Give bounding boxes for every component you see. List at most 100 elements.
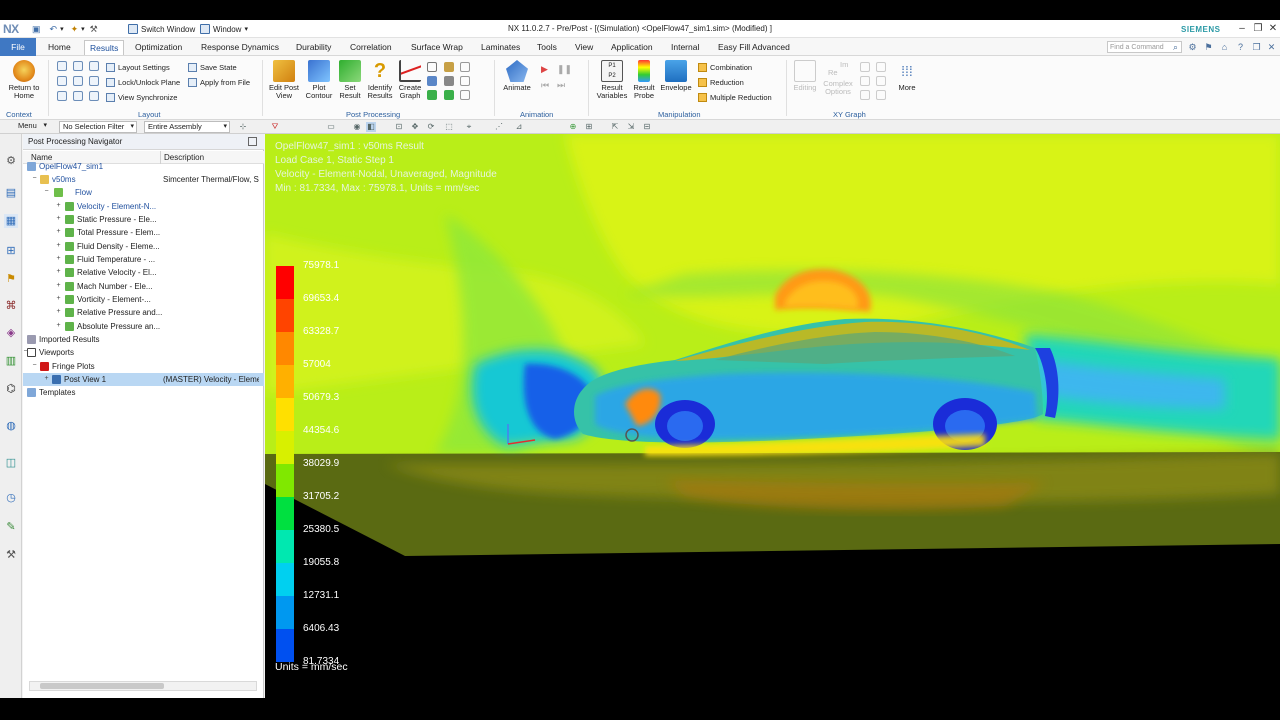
expand-icon[interactable]: + [43, 375, 50, 383]
tab-file[interactable]: File [0, 38, 36, 56]
tab-tools[interactable]: Tools [537, 40, 557, 55]
layout-six-icon[interactable] [73, 91, 83, 101]
home-icon[interactable]: ⌂ [1219, 42, 1230, 53]
clock-icon[interactable]: ◷ [4, 491, 18, 505]
rotate-icon[interactable]: ⟳ [426, 122, 436, 132]
undo-icon[interactable]: ↶ [50, 24, 58, 35]
snap-icon[interactable]: ⌖ [464, 122, 474, 132]
tab-surface-wrap[interactable]: Surface Wrap [411, 40, 463, 55]
dropdown-icon[interactable]: ▾ [81, 25, 85, 33]
search-icon[interactable]: ⌕ [1170, 42, 1181, 53]
simulation-navigator-icon[interactable]: ⊞ [4, 244, 18, 258]
combination-button[interactable]: Combination [698, 61, 752, 73]
collapse-icon[interactable]: − [31, 362, 38, 370]
graph-option-icon[interactable] [860, 76, 870, 86]
identify-results-button[interactable]: ? Identify Results [364, 60, 396, 100]
scrollbar-thumb[interactable] [40, 683, 164, 689]
fit-icon[interactable]: ◉ [352, 122, 362, 132]
annotation-icon[interactable] [427, 62, 437, 72]
edit-post-view-button[interactable]: Edit Post View [266, 60, 302, 100]
expand-icon[interactable]: + [55, 282, 62, 290]
tree-item-mach-number[interactable]: + Mach Number - Ele... [23, 280, 264, 293]
palette-icon[interactable]: ◈ [4, 326, 18, 340]
part-navigator-icon[interactable]: ▤ [4, 186, 18, 200]
wrench-icon[interactable]: ⚒ [4, 548, 18, 562]
apply-from-file-button[interactable]: Apply from File [188, 76, 250, 88]
tree-item-fringe-plots[interactable]: − Fringe Plots [23, 360, 264, 373]
graph-option-icon[interactable] [860, 62, 870, 72]
tree-item-fluid-temperature[interactable]: + Fluid Temperature - ... [23, 253, 264, 266]
tab-home[interactable]: Home [48, 40, 71, 55]
tab-internal[interactable]: Internal [671, 40, 699, 55]
help-icon[interactable]: ? [1235, 42, 1246, 53]
roles-icon[interactable]: ⚑ [4, 272, 18, 286]
set-result-button[interactable]: Set Result [336, 60, 364, 100]
tree-item-imported-results[interactable]: Imported Results [23, 333, 264, 346]
tree-item-templates[interactable]: Templates [23, 386, 264, 399]
layout-vertical-icon[interactable] [57, 76, 67, 86]
selection-filter-select[interactable]: No Selection Filter [59, 121, 137, 133]
animate-button[interactable]: Animate [500, 60, 534, 92]
filter-icon[interactable]: ⛛ [270, 122, 280, 132]
result-variables-button[interactable]: P1 P2 Result Variables [594, 60, 630, 100]
step-forward-icon[interactable]: ⏭ [557, 80, 567, 90]
tree-item-relative-velocity[interactable]: + Relative Velocity - El... [23, 266, 264, 279]
expand-icon[interactable]: + [55, 268, 62, 276]
marker-icon[interactable] [427, 76, 437, 86]
grid-snap-icon[interactable]: ⊞ [584, 122, 594, 132]
clip-icon[interactable] [460, 62, 470, 72]
tab-application[interactable]: Application [611, 40, 653, 55]
tree-item-flow[interactable]: − Flow [23, 186, 264, 199]
assembly-scope-select[interactable]: Entire Assembly [144, 121, 230, 133]
layout-four-icon[interactable] [89, 61, 99, 71]
graph-option-icon[interactable] [876, 90, 886, 100]
expand-icon[interactable]: + [55, 255, 62, 263]
measure-icon[interactable]: ⊟ [642, 122, 652, 132]
graphics-window[interactable]: OpelFlow47_sim1 : v50ms Result Load Case… [265, 134, 1280, 698]
horizontal-scrollbar[interactable] [29, 681, 257, 691]
snap-end-icon[interactable]: ⊿ [514, 122, 524, 132]
isosurface-icon[interactable] [444, 76, 454, 86]
restore-icon[interactable]: ❐ [1251, 22, 1265, 36]
tree-item-static-pressure[interactable]: + Static Pressure - Ele... [23, 213, 264, 226]
box-select-icon[interactable]: ▭ [326, 122, 336, 132]
tree-item-relative-pressure[interactable]: + Relative Pressure and... [23, 306, 264, 319]
layout-three-icon[interactable] [57, 91, 67, 101]
collapse-icon[interactable]: − [43, 188, 50, 196]
web-browser-icon[interactable]: ◍ [4, 419, 18, 433]
layout-settings-button[interactable]: Layout Settings [106, 61, 170, 73]
settings-icon[interactable]: ⚙ [1187, 42, 1198, 53]
plot-contour-button[interactable]: Plot Contour [302, 60, 336, 100]
tree-item-sim[interactable]: OpelFlow47_sim1 [23, 160, 264, 173]
history-icon[interactable]: ⌘ [4, 299, 18, 313]
graph-option-icon[interactable] [876, 62, 886, 72]
settings-icon[interactable]: ⚙ [4, 154, 18, 168]
step-back-icon[interactable]: ⏮ [541, 80, 551, 90]
pause-icon[interactable]: ❚❚ [557, 64, 572, 74]
close-panel-icon[interactable] [248, 137, 257, 146]
dropdown-icon[interactable]: ▾ [60, 25, 64, 33]
tab-durability[interactable]: Durability [296, 40, 331, 55]
options-icon[interactable] [460, 90, 470, 100]
switch-window-button[interactable]: Switch Window [128, 23, 195, 35]
magnet-icon[interactable]: ⊕ [568, 122, 578, 132]
lock-unlock-plane-button[interactable]: Lock/Unlock Plane [106, 76, 180, 88]
view-synchronize-button[interactable]: View Synchronize [106, 91, 177, 103]
tab-laminates[interactable]: Laminates [481, 40, 520, 55]
tools-icon[interactable]: ⚒ [90, 24, 98, 35]
window-menu-button[interactable]: Window ▾ [200, 23, 248, 35]
create-graph-button[interactable]: Create Graph [396, 60, 424, 100]
pan-icon[interactable]: ✥ [410, 122, 420, 132]
wcs-icon[interactable]: ⇱ [610, 122, 620, 132]
cube-icon[interactable] [444, 62, 454, 72]
close-icon[interactable]: ✕ [1266, 42, 1277, 53]
expand-icon[interactable]: + [55, 242, 62, 250]
tree-item-viewports[interactable]: − Viewports [23, 346, 264, 359]
tab-easy-fill-advanced[interactable]: Easy Fill Advanced [718, 40, 790, 55]
expand-icon[interactable]: + [55, 202, 62, 210]
previous-icon[interactable] [444, 90, 454, 100]
restore-icon[interactable]: ❐ [1251, 42, 1262, 53]
close-icon[interactable]: ✕ [1266, 22, 1280, 36]
layout-single-icon[interactable] [57, 61, 67, 71]
more-button[interactable]: ⁞⁞⁞ More [894, 60, 920, 92]
